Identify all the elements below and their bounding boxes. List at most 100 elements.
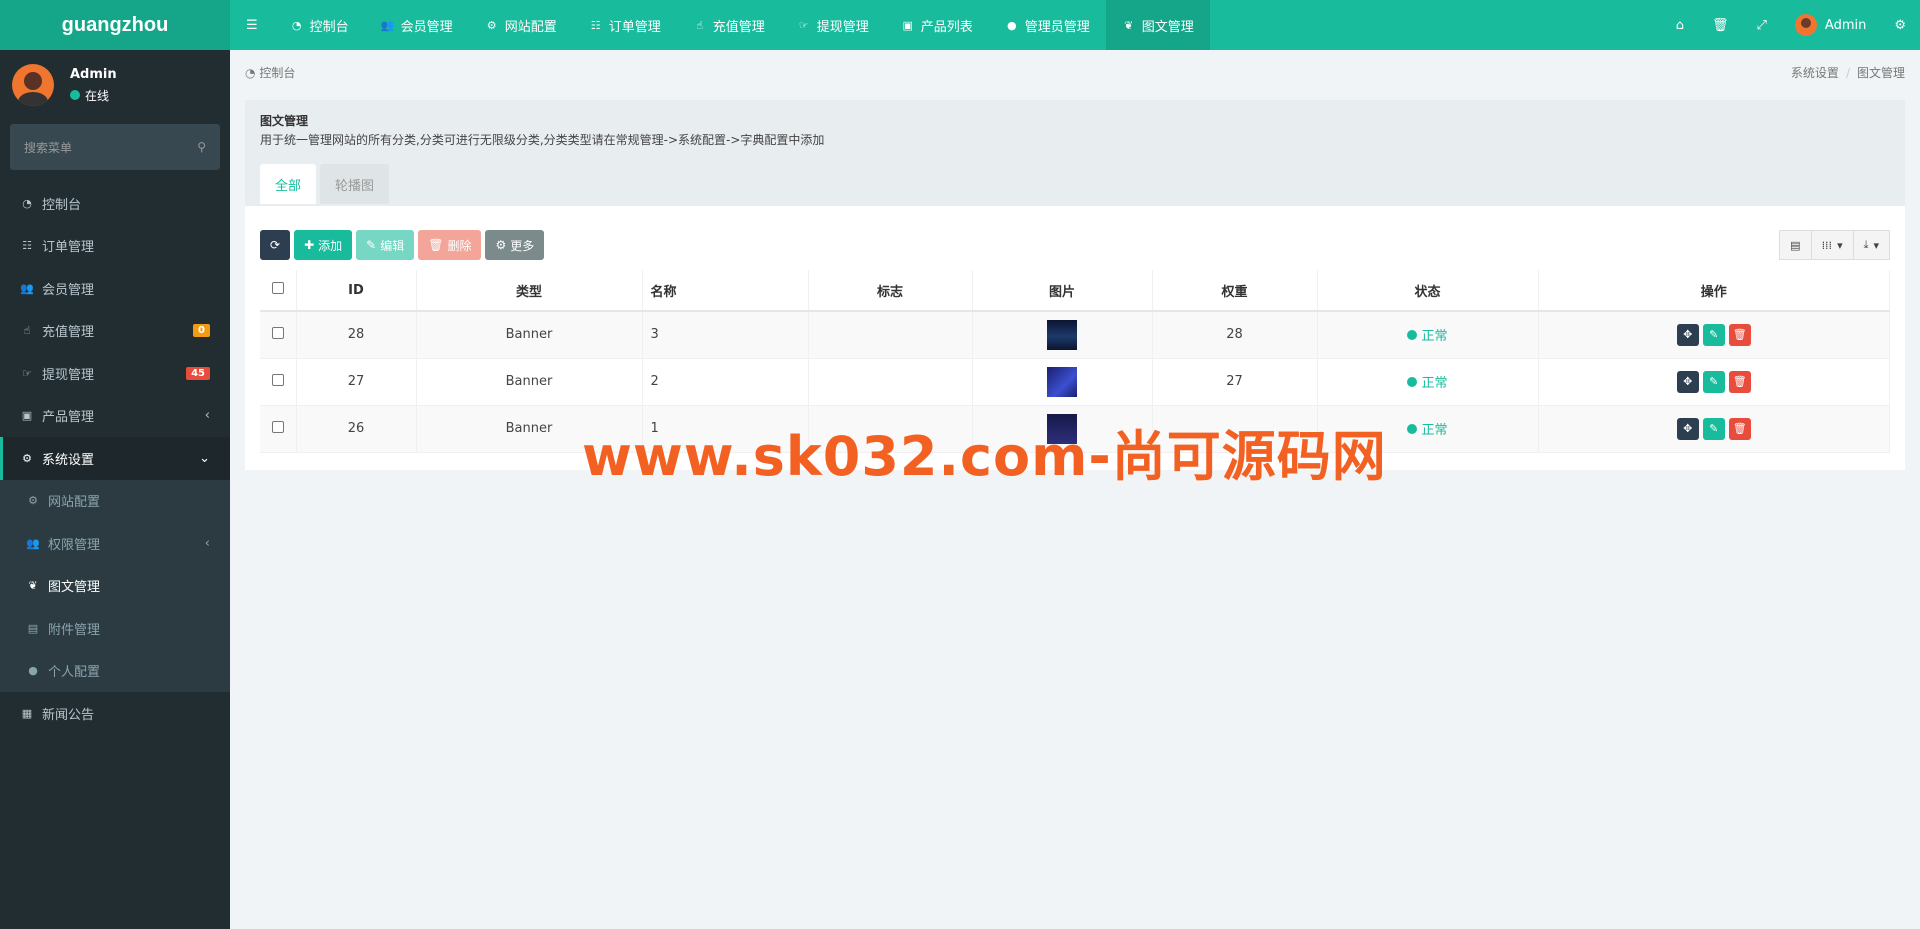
- sidebar-subitem-attachments[interactable]: ▤ 附件管理: [0, 607, 230, 650]
- breadcrumb-home[interactable]: ◔ 控制台: [245, 64, 295, 81]
- cell-id: 27: [296, 358, 417, 406]
- sidebar-toggle-button[interactable]: ☰: [230, 0, 274, 50]
- topnav-item-orders[interactable]: ☷ 订单管理: [573, 0, 677, 50]
- status-dot-icon: [1407, 376, 1418, 387]
- sidebar-subitem-profile[interactable]: ● 个人配置: [0, 650, 230, 693]
- cell-status: 正常: [1317, 311, 1539, 359]
- column-header-id[interactable]: ID: [296, 270, 417, 312]
- leaf-icon: ❦: [28, 579, 38, 593]
- cell-actions: ✥ ✎ 🗑: [1538, 358, 1890, 406]
- list-icon: ☷: [22, 239, 32, 253]
- topnav-item-admins[interactable]: ● 管理员管理: [989, 0, 1106, 50]
- cell-weight: 28: [1152, 311, 1318, 359]
- cell-type: Banner: [416, 311, 643, 359]
- cell-image: [972, 311, 1153, 359]
- app-logo[interactable]: guangzhou: [0, 0, 230, 50]
- edit-button[interactable]: ✎ 编辑: [356, 230, 415, 260]
- breadcrumb: ◔ 控制台 系统设置 / 图文管理: [230, 50, 1920, 94]
- add-button[interactable]: ✚ 添加: [294, 230, 353, 260]
- tab-carousel[interactable]: 轮播图: [320, 164, 390, 204]
- top-nav: ☰ ◔ 控制台 👥 会员管理 ⚙ 网站配置 ☷ 订单管理 ☝ 充值管理 ☞ 提现管理 ▣ 产品…: [230, 0, 1210, 50]
- user-panel: Admin 在线: [0, 50, 230, 120]
- delete-button[interactable]: 🗑 删除: [418, 230, 482, 260]
- toggle-view-button[interactable]: ▤: [1779, 230, 1812, 260]
- row-delete-button[interactable]: 🗑: [1728, 417, 1751, 440]
- topnav-item-recharge[interactable]: ☝ 充值管理: [677, 0, 781, 50]
- drag-sort-button[interactable]: ✥: [1676, 370, 1699, 393]
- topnav-item-dashboard[interactable]: ◔ 控制台: [274, 0, 365, 50]
- sidebar-item-dashboard[interactable]: ◔ 控制台: [0, 182, 230, 225]
- topnav-item-products[interactable]: ▣ 产品列表: [885, 0, 989, 50]
- topnav-item-members[interactable]: 👥 会员管理: [365, 0, 469, 50]
- toolbar: ⟳ ✚ 添加 ✎ 编辑 🗑 删除 ⚙ 更多: [260, 230, 545, 260]
- cogs-icon: ⚙: [1894, 17, 1906, 33]
- more-button[interactable]: ⚙ 更多: [485, 230, 545, 260]
- cell-name: 3: [642, 311, 809, 359]
- table-row[interactable]: 28 Banner 3 28 正常 ✥ ✎ 🗑: [260, 311, 1890, 359]
- row-delete-button[interactable]: 🗑: [1728, 370, 1751, 393]
- sidebar-subitem-permissions[interactable]: 👥 权限管理 ‹: [0, 522, 230, 565]
- pencil-icon: ✎: [1709, 375, 1719, 388]
- table-icon: ▤: [1790, 238, 1801, 252]
- row-checkbox[interactable]: [271, 373, 284, 386]
- sidebar-subitem-articles[interactable]: ❦ 图文管理: [0, 565, 230, 608]
- table-view-controls: ▤ ⁞⁞⁞ ▾ ⤓ ▾: [1779, 230, 1890, 260]
- columns-button[interactable]: ⁞⁞⁞ ▾: [1811, 230, 1854, 260]
- column-header-name[interactable]: 名称: [642, 270, 809, 312]
- row-checkbox[interactable]: [271, 420, 284, 433]
- sidebar-item-members[interactable]: 👥 会员管理: [0, 267, 230, 310]
- chevron-left-icon: ‹: [204, 408, 210, 424]
- hand-icon: ☝: [23, 324, 31, 338]
- refresh-button[interactable]: ⟳: [260, 230, 291, 260]
- home-button[interactable]: ⌂: [1662, 0, 1698, 50]
- column-header-flag[interactable]: 标志: [808, 270, 973, 312]
- column-header-image[interactable]: 图片: [972, 270, 1153, 312]
- file-icon: ▤: [27, 621, 39, 635]
- sidebar-item-withdraw[interactable]: ☞ 提现管理 45: [0, 352, 230, 395]
- breadcrumb-link[interactable]: 系统设置: [1791, 66, 1839, 80]
- drag-sort-button[interactable]: ✥: [1676, 417, 1699, 440]
- cell-actions: ✥ ✎ 🗑: [1538, 311, 1890, 359]
- column-header-weight[interactable]: 权重: [1152, 270, 1318, 312]
- arrows-icon: ✥: [1683, 422, 1693, 435]
- panel-heading: 图文管理 用于统一管理网站的所有分类,分类可进行无限级分类,分类类型请在常规管理…: [245, 100, 1905, 206]
- select-all-checkbox[interactable]: [271, 282, 284, 294]
- sidebar-item-system[interactable]: ⚙ 系统设置 ⌄: [0, 437, 230, 480]
- table-header-row: ID 类型 名称 标志 图片 权重 状态 操作: [260, 270, 1890, 312]
- settings-button[interactable]: ⚙: [1880, 0, 1920, 50]
- fullscreen-button[interactable]: ⤢: [1743, 0, 1781, 50]
- users-icon: 👥: [26, 536, 40, 550]
- tab-all[interactable]: 全部: [260, 164, 317, 204]
- chevron-down-icon: ⌄: [199, 450, 210, 466]
- row-edit-button[interactable]: ✎: [1702, 370, 1725, 393]
- row-delete-button[interactable]: 🗑: [1728, 323, 1751, 346]
- export-button[interactable]: ⤓ ▾: [1853, 230, 1890, 260]
- user-menu[interactable]: Admin: [1781, 0, 1880, 50]
- thumbnail-image[interactable]: [1047, 366, 1077, 397]
- page-title: 图文管理: [260, 114, 309, 128]
- cell-id: 26: [296, 405, 417, 453]
- column-header-status[interactable]: 状态: [1317, 270, 1539, 312]
- column-header-type[interactable]: 类型: [416, 270, 643, 312]
- refresh-icon: ⟳: [270, 238, 281, 252]
- row-edit-button[interactable]: ✎: [1702, 323, 1725, 346]
- trash-icon: 🗑: [1732, 328, 1747, 342]
- drag-sort-button[interactable]: ✥: [1676, 323, 1699, 346]
- pencil-icon: ✎: [366, 238, 377, 252]
- sidebar-item-recharge[interactable]: ☝ 充值管理 0: [0, 310, 230, 353]
- clear-cache-button[interactable]: 🗑: [1698, 0, 1743, 50]
- status-badge: 正常: [1421, 423, 1448, 438]
- topnav-item-articles[interactable]: ❦ 图文管理: [1105, 0, 1210, 50]
- row-checkbox[interactable]: [271, 326, 284, 339]
- sidebar-item-products[interactable]: ▣ 产品管理 ‹: [0, 395, 230, 438]
- sidebar-subitem-site-config[interactable]: ⚙ 网站配置: [0, 480, 230, 523]
- sidebar-item-news[interactable]: ▦ 新闻公告: [0, 692, 230, 735]
- topnav-item-withdraw[interactable]: ☞ 提现管理: [781, 0, 885, 50]
- sidebar-item-orders[interactable]: ☷ 订单管理: [0, 225, 230, 268]
- topnav-item-site-config[interactable]: ⚙ 网站配置: [469, 0, 573, 50]
- sidebar-search-input[interactable]: 搜索菜单 ⚲: [10, 124, 220, 170]
- row-edit-button[interactable]: ✎: [1702, 417, 1725, 440]
- status-dot-icon: [1407, 423, 1418, 434]
- thumbnail-image[interactable]: [1047, 319, 1077, 350]
- table-row[interactable]: 27 Banner 2 27 正常 ✥ ✎ 🗑: [260, 358, 1890, 406]
